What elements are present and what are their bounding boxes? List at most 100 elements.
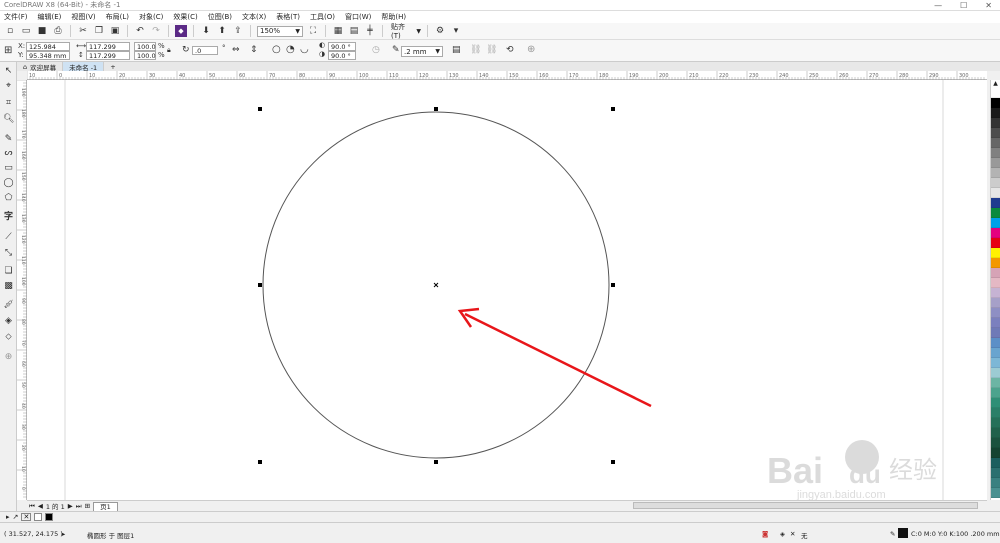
- color-swatch[interactable]: [991, 298, 1000, 308]
- connector-tool-icon[interactable]: ⤡: [3, 248, 14, 259]
- y-position-field[interactable]: 95.348 mm: [26, 51, 70, 60]
- tab-document[interactable]: 未命名 -1: [63, 62, 105, 72]
- x-position-field[interactable]: 125.984 mm: [26, 42, 70, 59]
- color-swatch[interactable]: [991, 448, 1000, 458]
- selection-handle-bottom[interactable]: [434, 460, 438, 464]
- color-swatch[interactable]: [991, 128, 1000, 138]
- menu-object[interactable]: 对象(C): [139, 12, 163, 22]
- selection-handle-bottom-left[interactable]: [258, 460, 262, 464]
- start-angle-field[interactable]: 90.0 °: [328, 42, 356, 51]
- color-swatch[interactable]: [991, 268, 1000, 278]
- direction-icon[interactable]: ◷: [372, 45, 380, 55]
- width-field[interactable]: 117.299 mm: [86, 42, 130, 59]
- crop-tool-icon[interactable]: ⌗: [3, 98, 14, 109]
- color-swatch[interactable]: [991, 358, 1000, 368]
- palette-pin-icon[interactable]: ↗: [13, 513, 19, 521]
- add-page-button[interactable]: ⊞: [85, 502, 90, 510]
- menu-text[interactable]: 文本(X): [242, 12, 266, 22]
- color-swatch[interactable]: [991, 458, 1000, 468]
- horizontal-scrollbar[interactable]: [633, 502, 978, 509]
- shape-tool-icon[interactable]: ⌖: [3, 81, 14, 92]
- selection-handle-right[interactable]: [611, 283, 615, 287]
- color-swatch[interactable]: [991, 88, 1000, 98]
- freehand-tool-icon[interactable]: ✎: [3, 134, 14, 145]
- drop-shadow-icon[interactable]: ❏: [3, 266, 14, 277]
- zoom-level-dropdown[interactable]: 150% ▼: [257, 25, 303, 37]
- color-swatch[interactable]: [991, 308, 1000, 318]
- export-icon[interactable]: ⬆: [216, 25, 228, 37]
- white-swatch[interactable]: [34, 513, 43, 521]
- zoom-tool-icon[interactable]: 🔍︎: [3, 114, 14, 125]
- copy-icon[interactable]: ❐: [93, 25, 105, 37]
- vertical-ruler[interactable]: 190 180 170 160 150 140 130 120 110 100 90 80 70 60 50…: [17, 79, 27, 500]
- mirror-vertical-icon[interactable]: ⇕: [250, 45, 258, 55]
- color-swatch[interactable]: [991, 418, 1000, 428]
- undo-icon[interactable]: ↶: [134, 25, 146, 37]
- snap-to-dropdown[interactable]: 贴齐(T) ▼: [389, 23, 421, 40]
- color-swatch[interactable]: [991, 318, 1000, 328]
- color-swatch[interactable]: [991, 488, 1000, 498]
- outline-width-dropdown[interactable]: .2 mm ▼: [401, 46, 443, 57]
- horizontal-ruler[interactable]: 10 0 10 20 30 40 50 60 70 80 90 100 110 120 130 140 150 1…: [26, 71, 987, 80]
- arc-icon[interactable]: ◡: [300, 44, 309, 55]
- color-swatch[interactable]: [991, 198, 1000, 208]
- transparency-icon[interactable]: ▩: [3, 281, 14, 292]
- menu-tools[interactable]: 工具(O): [310, 12, 335, 22]
- color-swatch[interactable]: [991, 378, 1000, 388]
- first-page-button[interactable]: ⏮: [29, 502, 35, 511]
- tab-welcome-screen[interactable]: ⌂ 欢迎屏幕: [17, 62, 64, 72]
- lock-ratio-icon[interactable]: 🔒︎: [167, 46, 171, 55]
- add-tab-button[interactable]: +: [104, 62, 121, 71]
- black-swatch[interactable]: [45, 513, 54, 521]
- color-swatch[interactable]: [991, 218, 1000, 228]
- status-expand-icon[interactable]: ▸: [62, 530, 65, 538]
- redo-icon[interactable]: ↷: [150, 25, 162, 37]
- to-front-icon[interactable]: ⛓: [470, 45, 481, 55]
- to-back-icon[interactable]: ⛓: [486, 45, 497, 55]
- open-folder-icon[interactable]: ▭: [20, 25, 32, 37]
- ellipse-tool-icon[interactable]: ◯: [3, 178, 14, 189]
- add-preset-icon[interactable]: ⊕: [527, 44, 535, 55]
- options-gear-icon[interactable]: ⚙: [434, 25, 446, 37]
- color-swatch[interactable]: [991, 288, 1000, 298]
- pie-icon[interactable]: ◔: [286, 44, 295, 55]
- menu-help[interactable]: 帮助(H): [381, 12, 406, 22]
- polygon-tool-icon[interactable]: ⬠: [3, 193, 14, 204]
- color-swatch[interactable]: [991, 238, 1000, 248]
- interactive-fill-icon[interactable]: ◈: [3, 316, 14, 327]
- palette-scroll-up-icon[interactable]: ▲: [991, 80, 1000, 88]
- palette-menu-icon[interactable]: ▸: [6, 513, 10, 521]
- eyedropper-icon[interactable]: 💉︎: [3, 300, 14, 311]
- menu-bitmaps[interactable]: 位图(B): [208, 12, 232, 22]
- color-swatch[interactable]: [991, 158, 1000, 168]
- color-swatch[interactable]: [991, 258, 1000, 268]
- show-grid-icon[interactable]: ▤: [348, 25, 360, 37]
- application-launcher-icon[interactable]: ▾: [450, 25, 462, 37]
- color-swatch[interactable]: [991, 108, 1000, 118]
- color-swatch[interactable]: [991, 468, 1000, 478]
- selection-handle-top-left[interactable]: [258, 107, 262, 111]
- new-document-icon[interactable]: ▫: [4, 25, 16, 37]
- full-screen-icon[interactable]: ⛶: [307, 25, 319, 37]
- artistic-media-icon[interactable]: ᔕ: [3, 148, 14, 159]
- text-tool-icon[interactable]: 字: [3, 212, 14, 223]
- menu-file[interactable]: 文件(F): [4, 12, 28, 22]
- save-icon[interactable]: ■: [36, 25, 48, 37]
- show-guidelines-icon[interactable]: ╪: [364, 25, 376, 37]
- color-swatch[interactable]: [991, 348, 1000, 358]
- color-swatch[interactable]: [991, 388, 1000, 398]
- color-swatch[interactable]: [991, 338, 1000, 348]
- cut-icon[interactable]: ✂: [77, 25, 89, 37]
- pick-tool-icon[interactable]: ↖: [3, 66, 14, 77]
- selection-handle-left[interactable]: [258, 283, 262, 287]
- color-swatch[interactable]: [991, 278, 1000, 288]
- rectangle-tool-icon[interactable]: ▭: [3, 163, 14, 174]
- color-swatch[interactable]: [991, 478, 1000, 488]
- selection-handle-top[interactable]: [434, 107, 438, 111]
- close-button[interactable]: ✕: [985, 1, 992, 10]
- mirror-horizontal-icon[interactable]: ⇔: [232, 45, 240, 55]
- paste-icon[interactable]: ▣: [109, 25, 121, 37]
- smart-fill-icon[interactable]: ⬦: [3, 332, 14, 343]
- show-rulers-icon[interactable]: ▦: [332, 25, 344, 37]
- color-swatch[interactable]: [991, 398, 1000, 408]
